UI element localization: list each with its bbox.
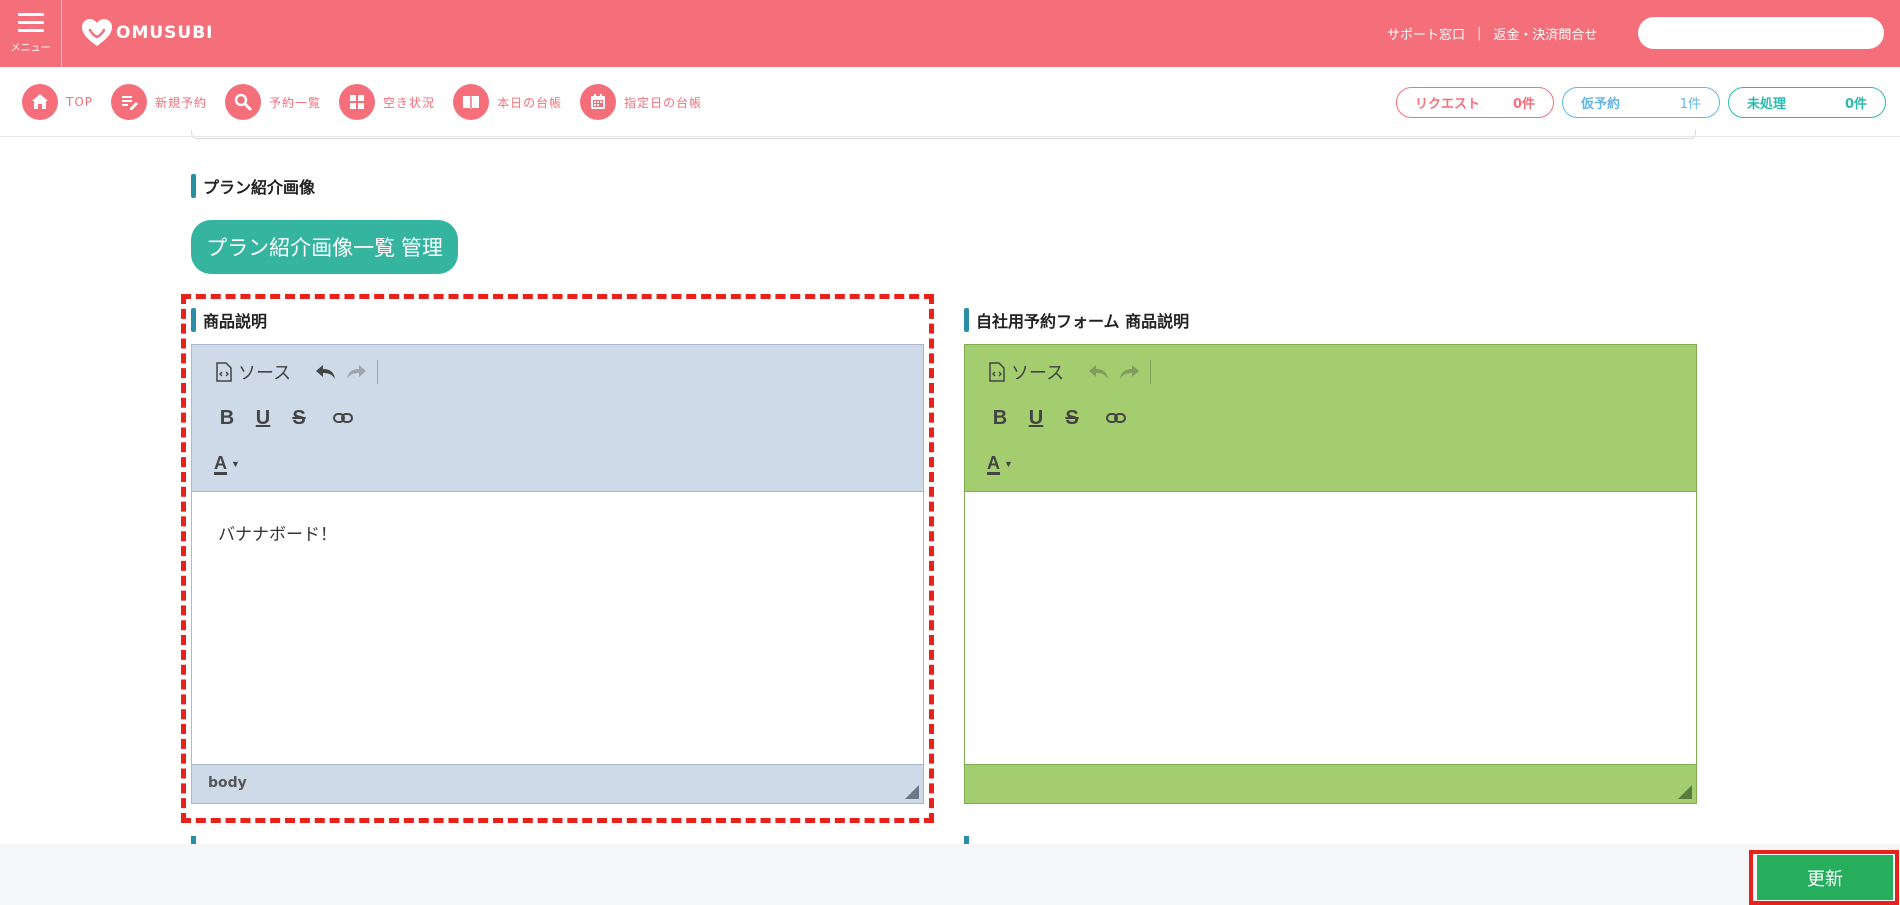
bold-button[interactable]: B bbox=[985, 403, 1015, 433]
product-description-editor: ソース B U S A ▼ バナナボード！ body bbox=[191, 344, 924, 804]
book-icon bbox=[453, 84, 490, 120]
section-title-text: プラン紹介画像 bbox=[203, 178, 316, 197]
home-icon bbox=[22, 84, 58, 120]
previous-section-border bbox=[191, 130, 1696, 139]
source-label: ソース bbox=[1011, 363, 1065, 384]
section-marker bbox=[964, 308, 969, 332]
text-color-label: A bbox=[214, 452, 228, 475]
undo-icon[interactable] bbox=[311, 357, 341, 387]
request-label: リクエスト bbox=[1415, 97, 1481, 112]
source-button[interactable]: ソース bbox=[985, 357, 1068, 387]
logo-text: OMUSUBI bbox=[116, 23, 214, 43]
text-color-label: A bbox=[987, 452, 1001, 475]
source-file-icon bbox=[989, 362, 1005, 382]
element-path[interactable]: body bbox=[208, 775, 247, 791]
plan-image-section-title: プラン紹介画像 bbox=[191, 174, 315, 198]
section-marker bbox=[964, 836, 969, 844]
tentative-label: 仮予約 bbox=[1581, 97, 1621, 112]
nav-item-new-reservation[interactable]: 新規予約 bbox=[111, 84, 207, 120]
toolbar-separator bbox=[377, 360, 379, 384]
section-title-text: 自社用予約フォーム 商品説明 bbox=[976, 312, 1190, 331]
update-button[interactable]: 更新 bbox=[1757, 855, 1893, 900]
caret-down-icon: ▼ bbox=[231, 459, 240, 469]
editor-status-bar bbox=[965, 765, 1696, 805]
nav-item-label: 予約一覧 bbox=[269, 95, 322, 110]
undo-icon[interactable] bbox=[1084, 357, 1114, 387]
nav-item-availability[interactable]: 空き状況 bbox=[339, 84, 435, 120]
nav-item-today-ledger[interactable]: 本日の台帳 bbox=[453, 84, 562, 120]
text-color-button[interactable]: A ▼ bbox=[212, 449, 242, 479]
editor-toolbar: ソース B U S A ▼ bbox=[192, 345, 923, 491]
link-icon[interactable] bbox=[328, 403, 358, 433]
strikethrough-button[interactable]: S bbox=[284, 403, 314, 433]
redo-icon[interactable] bbox=[341, 357, 371, 387]
underline-button[interactable]: U bbox=[248, 403, 278, 433]
refund-inquiry-link[interactable]: 返金・決済問合せ bbox=[1493, 24, 1597, 43]
nav-item-label: TOP bbox=[66, 95, 94, 109]
nav-item-label: 指定日の台帳 bbox=[624, 95, 703, 110]
menu-button[interactable]: メニュー bbox=[0, 0, 62, 67]
section-marker bbox=[191, 174, 196, 198]
strikethrough-button[interactable]: S bbox=[1057, 403, 1087, 433]
resize-handle-icon[interactable] bbox=[1678, 785, 1692, 799]
own-form-description-editor: ソース B U S A ▼ bbox=[964, 344, 1697, 804]
product-description-title: 商品説明 bbox=[191, 308, 267, 332]
source-label: ソース bbox=[238, 363, 292, 384]
hamburger-icon bbox=[17, 13, 44, 33]
section-marker bbox=[191, 308, 196, 332]
header-search-input[interactable] bbox=[1638, 17, 1884, 49]
link-separator: | bbox=[1477, 26, 1482, 41]
tentative-counter[interactable]: 仮予約 1件 bbox=[1562, 87, 1720, 118]
tentative-count: 1件 bbox=[1679, 97, 1701, 112]
nav-item-label: 新規予約 bbox=[155, 95, 208, 110]
nav-item-label: 本日の台帳 bbox=[497, 95, 563, 110]
toolbar-separator bbox=[1150, 360, 1152, 384]
underline-button[interactable]: U bbox=[1021, 403, 1051, 433]
request-counter[interactable]: リクエスト 0件 bbox=[1396, 87, 1554, 118]
redo-icon[interactable] bbox=[1114, 357, 1144, 387]
link-icon[interactable] bbox=[1101, 403, 1131, 433]
support-link[interactable]: サポート窓口 bbox=[1387, 24, 1465, 43]
top-header: メニュー OMUSUBI サポート窓口 | 返金・決済問合せ bbox=[0, 0, 1900, 67]
nav-item-date-ledger[interactable]: 指定日の台帳 bbox=[580, 84, 702, 120]
own-form-description-text-area[interactable] bbox=[965, 491, 1696, 765]
unprocessed-count: 0件 bbox=[1844, 97, 1867, 112]
editor-toolbar: ソース B U S A ▼ bbox=[965, 345, 1696, 491]
calendar-icon bbox=[580, 84, 617, 120]
bold-button[interactable]: B bbox=[212, 403, 242, 433]
product-description-text-area[interactable]: バナナボード！ bbox=[192, 491, 923, 765]
grid-icon bbox=[339, 84, 376, 120]
source-file-icon bbox=[216, 362, 232, 382]
next-section-title-partial bbox=[191, 836, 203, 844]
logo[interactable]: OMUSUBI bbox=[80, 18, 214, 48]
editor-status-bar: body bbox=[192, 765, 923, 805]
nav-item-label: 空き状況 bbox=[383, 95, 436, 110]
unprocessed-label: 未処理 bbox=[1747, 97, 1787, 112]
source-button[interactable]: ソース bbox=[212, 357, 295, 387]
nav-bar: TOP 新規予約 予約一覧 空き状況 本日の台帳 指定日の台帳 リクエスト 0件… bbox=[0, 67, 1900, 137]
footer-action-bar bbox=[0, 844, 1900, 905]
menu-label: メニュー bbox=[10, 43, 51, 54]
plan-image-manage-button[interactable]: プラン紹介画像一覧 管理 bbox=[191, 220, 458, 274]
section-marker bbox=[191, 836, 196, 844]
section-title-text: 商品説明 bbox=[203, 312, 268, 331]
own-form-description-title: 自社用予約フォーム 商品説明 bbox=[964, 308, 1189, 332]
unprocessed-counter[interactable]: 未処理 0件 bbox=[1728, 87, 1886, 118]
search-icon bbox=[225, 84, 262, 120]
nav-item-top[interactable]: TOP bbox=[22, 84, 93, 120]
text-color-button[interactable]: A ▼ bbox=[985, 449, 1015, 479]
edit-icon bbox=[111, 84, 148, 120]
editor-body-text: バナナボード！ bbox=[218, 525, 337, 545]
nav-item-reservation-list[interactable]: 予約一覧 bbox=[225, 84, 321, 120]
heart-logo-icon bbox=[82, 19, 112, 46]
next-section-title-partial bbox=[964, 836, 976, 844]
caret-down-icon: ▼ bbox=[1004, 459, 1013, 469]
request-count: 0件 bbox=[1512, 97, 1535, 112]
resize-handle-icon[interactable] bbox=[905, 785, 919, 799]
